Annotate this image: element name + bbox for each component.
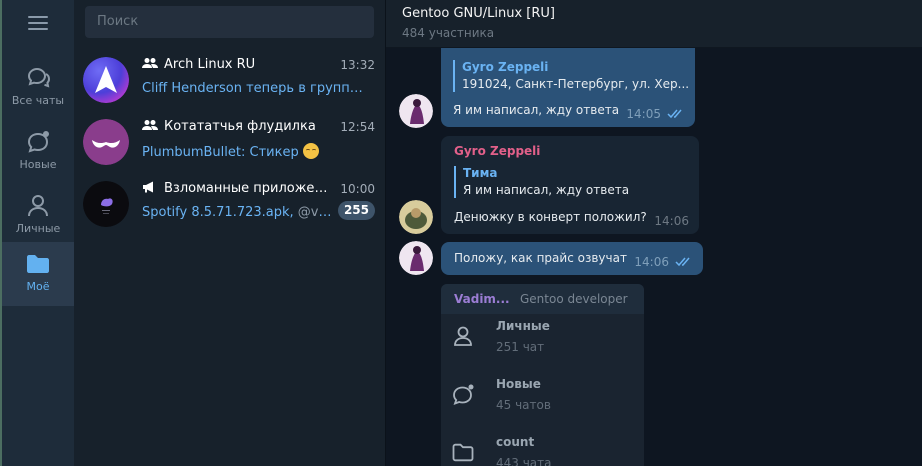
chat-title: Взломанные приложен... bbox=[142, 181, 330, 196]
chat-preview: PlumbumBullet: Стикер bbox=[142, 143, 370, 160]
message-text: Денюжку в конверт положил? bbox=[454, 210, 647, 224]
chats-icon bbox=[27, 67, 51, 88]
new-chat-icon bbox=[27, 131, 49, 153]
chat-preview-author: @vz2018 bbox=[297, 205, 338, 220]
chat-time: 10:00 bbox=[340, 182, 375, 196]
chat-title-text: Взломанные приложен... bbox=[164, 181, 330, 196]
message-text: Положу, как прайс озвучат bbox=[454, 251, 627, 265]
popup-folder-count: 251 чат bbox=[496, 340, 545, 354]
megaphone-icon bbox=[143, 181, 153, 193]
folder-all-chats[interactable]: Все чаты bbox=[2, 56, 74, 120]
popup-folder-count: 443 чата bbox=[496, 456, 552, 466]
message-meta: 14:05 bbox=[626, 107, 685, 121]
message-meta: 14:06 bbox=[654, 214, 689, 228]
read-checks-icon bbox=[675, 257, 690, 267]
user-avatar[interactable] bbox=[399, 241, 433, 275]
user-avatar[interactable] bbox=[399, 94, 433, 128]
message-incoming[interactable]: Gyro Zeppeli Тима Я им написал, жду отве… bbox=[441, 136, 699, 234]
reply-quote[interactable]: Gyro Zeppeli 191024, Санкт-Петербург, ул… bbox=[453, 60, 689, 92]
message-meta: 14:06 bbox=[634, 255, 693, 269]
reply-text: Я им написал, жду ответа bbox=[463, 183, 630, 197]
chat-preview: Spotify 8.5.71.723.apk, @vz2018 bbox=[142, 205, 338, 220]
folder-icon bbox=[27, 255, 49, 273]
user-avatar[interactable] bbox=[399, 200, 433, 234]
popup-role: Gentoo developer bbox=[520, 292, 628, 306]
folder-new[interactable]: Новые bbox=[2, 120, 74, 184]
reply-author: Gyro Zeppeli bbox=[462, 60, 549, 74]
chat-preview-text: Spotify 8.5.71.723.apk, bbox=[142, 205, 294, 220]
chat-avatar bbox=[83, 57, 129, 103]
folder-label: Новые bbox=[19, 158, 57, 171]
new-chat-icon bbox=[453, 384, 474, 405]
chat-time: 13:32 bbox=[340, 58, 375, 72]
popup-author[interactable]: Vadim... bbox=[454, 292, 510, 306]
relieved-face-emoji bbox=[302, 143, 319, 159]
message-time: 14:06 bbox=[654, 214, 689, 228]
folder-label: Личные bbox=[15, 222, 61, 235]
message-time: 14:05 bbox=[626, 107, 661, 121]
chat-preview-text: PlumbumBullet: Стикер bbox=[142, 145, 299, 160]
folder-mine[interactable]: Моё bbox=[2, 242, 74, 306]
chat-item-vzlomannye[interactable]: Взломанные приложен... 10:00 Spotify 8.5… bbox=[74, 174, 385, 236]
search-input[interactable]: Поиск bbox=[85, 6, 374, 38]
group-icon bbox=[142, 120, 158, 130]
chat-item-arch-linux[interactable]: Arch Linux RU 13:32 Cliff Henderson тепе… bbox=[74, 50, 385, 112]
folder-icon bbox=[452, 443, 474, 462]
popup-folder-new[interactable]: Новые 45 чатов bbox=[441, 372, 644, 430]
chat-header-subtitle: 484 участника bbox=[402, 26, 495, 40]
message-author[interactable]: Gyro Zeppeli bbox=[454, 144, 540, 158]
unread-badge: 255 bbox=[337, 201, 375, 220]
chat-avatar bbox=[83, 119, 129, 165]
chat-title: Arch Linux RU bbox=[142, 57, 330, 72]
chat-preview: Cliff Henderson теперь в группе · 1... bbox=[142, 81, 370, 96]
folder-sidebar: Все чаты Новые Личные Моё bbox=[2, 0, 74, 466]
telegram-window: Все чаты Новые Личные Моё Поиск Arch Lin… bbox=[0, 0, 922, 466]
popup-folder-name: Личные bbox=[496, 319, 550, 333]
folder-label: Моё bbox=[26, 280, 50, 293]
popup-folder-name: count bbox=[496, 435, 535, 449]
person-icon bbox=[454, 326, 472, 346]
reply-quote[interactable]: Тима Я им написал, жду ответа bbox=[454, 166, 654, 198]
folder-personal[interactable]: Личные bbox=[2, 184, 74, 248]
popup-folder-list: Личные 251 чат Новые 45 чатов count 443 … bbox=[441, 314, 644, 466]
chat-title-text: Котататчья флудилка bbox=[164, 119, 316, 134]
chat-item-kotatatchya[interactable]: Котататчья флудилка 12:54 PlumbumBullet:… bbox=[74, 112, 385, 174]
message-time: 14:06 bbox=[634, 255, 669, 269]
popup-folder-name: Новые bbox=[496, 377, 541, 391]
message-outgoing[interactable]: Положу, как прайс озвучат 14:06 bbox=[441, 242, 703, 275]
folder-popup[interactable]: Vadim... Gentoo developer Личные 251 чат… bbox=[441, 284, 644, 466]
chat-avatar bbox=[83, 181, 129, 227]
read-checks-icon bbox=[667, 109, 682, 119]
chat-title: Котататчья флудилка bbox=[142, 119, 330, 134]
reply-text: 191024, Санкт-Петербург, ул. Хер... bbox=[462, 77, 689, 91]
chat-header-title: Gentoo GNU/Linux [RU] bbox=[402, 6, 555, 21]
chat-title-text: Arch Linux RU bbox=[164, 57, 256, 72]
chat-time: 12:54 bbox=[340, 120, 375, 134]
chat-list-panel: Поиск Arch Linux RU 13:32 Cliff Henderso… bbox=[74, 0, 385, 466]
chat-header[interactable]: Gentoo GNU/Linux [RU] 484 участника bbox=[386, 0, 922, 48]
group-icon bbox=[142, 58, 158, 68]
message-outgoing[interactable]: Gyro Zeppeli 191024, Санкт-Петербург, ул… bbox=[441, 48, 695, 127]
popup-folder-count[interactable]: count 443 чата bbox=[441, 430, 644, 466]
message-text: Я им написал, жду ответа bbox=[453, 103, 620, 117]
person-icon bbox=[28, 195, 48, 217]
popup-header: Vadim... Gentoo developer bbox=[441, 284, 644, 314]
menu-icon[interactable] bbox=[26, 16, 50, 32]
folder-label: Все чаты bbox=[11, 94, 65, 107]
popup-folder-count: 45 чатов bbox=[496, 398, 551, 412]
reply-author: Тима bbox=[463, 166, 498, 180]
popup-folder-personal[interactable]: Личные 251 чат bbox=[441, 314, 644, 372]
